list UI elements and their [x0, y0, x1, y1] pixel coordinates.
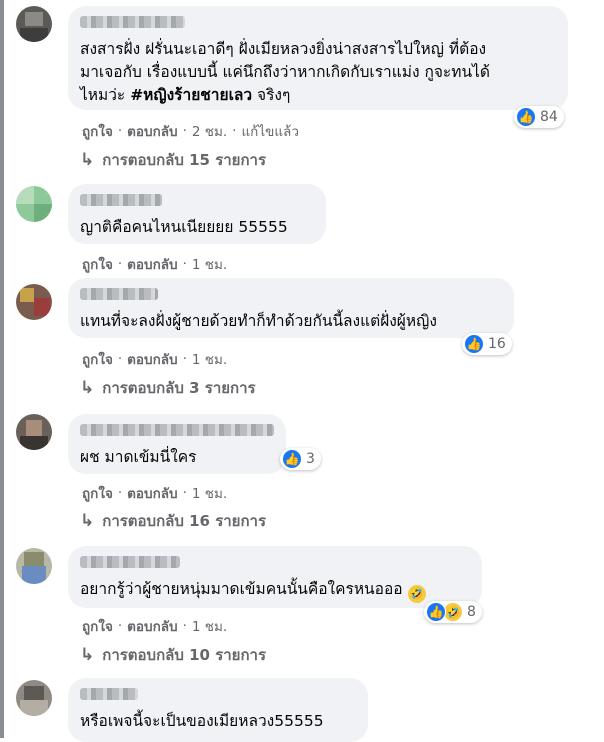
comment-text: อยากรู้ว่าผู้ชายหนุ่มมาดเข้มคนนั้นคือใคร… [80, 578, 468, 603]
avatar[interactable] [16, 548, 52, 584]
reply-button[interactable]: ตอบกลับ [127, 253, 177, 275]
reply-arrow-icon: ↳ [80, 150, 95, 170]
like-button[interactable]: ถูกใจ [82, 482, 113, 504]
reply-arrow-icon: ↳ [80, 645, 95, 665]
reaction-count: 16 [488, 336, 506, 352]
timestamp[interactable]: 1 ชม. [192, 482, 227, 504]
comment-bubble: แทนที่จะลงฝั่งผู้ชายด้วยทำก็ทำด้วยกันนี้… [68, 278, 514, 338]
comment-actions: ถูกใจ · ตอบกลับ · 1 ชม. [82, 348, 227, 370]
commenter-name[interactable] [80, 288, 158, 300]
commenter-name[interactable] [80, 16, 185, 28]
timestamp[interactable]: 1 ชม. [192, 615, 227, 637]
replies-count-label: การตอบกลับ 15 รายการ [102, 151, 267, 169]
view-replies-link[interactable]: ↳ การตอบกลับ 3 รายการ [80, 376, 256, 400]
laughing-face-icon: 🤣 [443, 602, 463, 622]
thumbs-up-icon: 👍 [282, 449, 302, 469]
separator: · [117, 351, 123, 367]
scrollbar-edge [0, 0, 4, 738]
like-button[interactable]: ถูกใจ [82, 615, 113, 637]
timestamp[interactable]: 1 ชม. [192, 348, 227, 370]
comment-bubble: สงสารฝั่ง ฝรั่นนะเอาดีๆ ฝั่งเมียหลวงยิ่ง… [68, 6, 568, 110]
reply-button[interactable]: ตอบกลับ [127, 482, 177, 504]
reply-button[interactable]: ตอบกลับ [127, 348, 177, 370]
separator: · [182, 351, 187, 367]
view-replies-link[interactable]: ↳ การตอบกลับ 16 รายการ [80, 509, 266, 533]
commenter-name[interactable] [80, 688, 138, 700]
thumbs-up-icon: 👍 [516, 107, 536, 127]
avatar[interactable] [16, 6, 52, 42]
separator: · [232, 123, 237, 139]
reaction-summary[interactable]: 👍 16 [462, 333, 512, 355]
separator: · [182, 618, 187, 634]
thumbs-up-icon: 👍 [464, 334, 484, 354]
reply-button[interactable]: ตอบกลับ [127, 615, 177, 637]
comment-bubble: ผช มาดเข้มนี่ใคร [68, 414, 286, 474]
comment-bubble: อยากรู้ว่าผู้ชายหนุ่มมาดเข้มคนนั้นคือใคร… [68, 546, 482, 608]
comment-actions: ถูกใจ · ตอบกลับ · 1 ชม. [82, 482, 227, 504]
comment-text: ญาติคือคนไหนเนียยยย 55555 [80, 218, 288, 236]
laughing-face-icon: 🤣 [407, 585, 426, 603]
thumbs-up-icon: 👍 [426, 602, 446, 622]
comment-actions: ถูกใจ · ตอบกลับ · 1 ชม. [82, 253, 227, 275]
reaction-summary[interactable]: 👍 🤣 8 [424, 601, 482, 623]
view-replies-link[interactable]: ↳ การตอบกลับ 15 รายการ [80, 148, 266, 172]
hashtag-link[interactable]: #หญิงร้ายชายเลว [130, 86, 252, 104]
commenter-name[interactable] [80, 194, 162, 206]
reaction-count: 3 [306, 451, 315, 467]
comment-text: สงสารฝั่ง ฝรั่นนะเอาดีๆ ฝั่งเมียหลวงยิ่ง… [80, 40, 490, 104]
avatar[interactable] [16, 680, 52, 716]
avatar[interactable] [16, 284, 52, 320]
commenter-name[interactable] [80, 424, 274, 436]
view-replies-link[interactable]: ↳ การตอบกลับ 10 รายการ [80, 643, 266, 667]
separator: · [117, 256, 123, 272]
edited-label[interactable]: แก้ไขแล้ว [241, 120, 298, 142]
separator: · [117, 485, 123, 501]
separator: · [117, 123, 123, 139]
like-button[interactable]: ถูกใจ [82, 348, 113, 370]
comment-text: ผช มาดเข้มนี่ใคร [80, 448, 197, 466]
replies-count-label: การตอบกลับ 10 รายการ [102, 646, 267, 664]
comment-text: หรือเพจนี้จะเป็นของเมียหลวง55555 [80, 712, 324, 730]
comment-bubble: ญาติคือคนไหนเนียยยย 55555 [68, 184, 326, 244]
comment-actions: ถูกใจ · ตอบกลับ · 1 ชม. [82, 615, 227, 637]
separator: · [182, 256, 187, 272]
reaction-summary[interactable]: 👍 3 [280, 448, 321, 470]
timestamp[interactable]: 1 ชม. [192, 253, 227, 275]
replies-count-label: การตอบกลับ 16 รายการ [102, 512, 267, 530]
reaction-summary[interactable]: 👍 84 [514, 106, 564, 128]
timestamp[interactable]: 2 ชม. [192, 120, 227, 142]
reaction-count: 8 [467, 604, 476, 620]
avatar[interactable] [16, 414, 52, 450]
reply-arrow-icon: ↳ [80, 378, 95, 398]
like-button[interactable]: ถูกใจ [82, 253, 113, 275]
comment-bubble: หรือเพจนี้จะเป็นของเมียหลวง55555 [68, 678, 368, 742]
replies-count-label: การตอบกลับ 3 รายการ [102, 379, 256, 397]
separator: · [117, 618, 123, 634]
avatar[interactable] [16, 186, 52, 222]
like-button[interactable]: ถูกใจ [82, 120, 113, 142]
reaction-count: 84 [540, 109, 558, 125]
separator: · [182, 123, 187, 139]
commenter-name[interactable] [80, 556, 180, 568]
comment-actions: ถูกใจ · ตอบกลับ · 2 ชม. · แก้ไขแล้ว [82, 120, 299, 142]
reply-button[interactable]: ตอบกลับ [127, 120, 177, 142]
reply-arrow-icon: ↳ [80, 511, 95, 531]
comment-text: แทนที่จะลงฝั่งผู้ชายด้วยทำก็ทำด้วยกันนี้… [80, 312, 437, 330]
separator: · [182, 485, 187, 501]
